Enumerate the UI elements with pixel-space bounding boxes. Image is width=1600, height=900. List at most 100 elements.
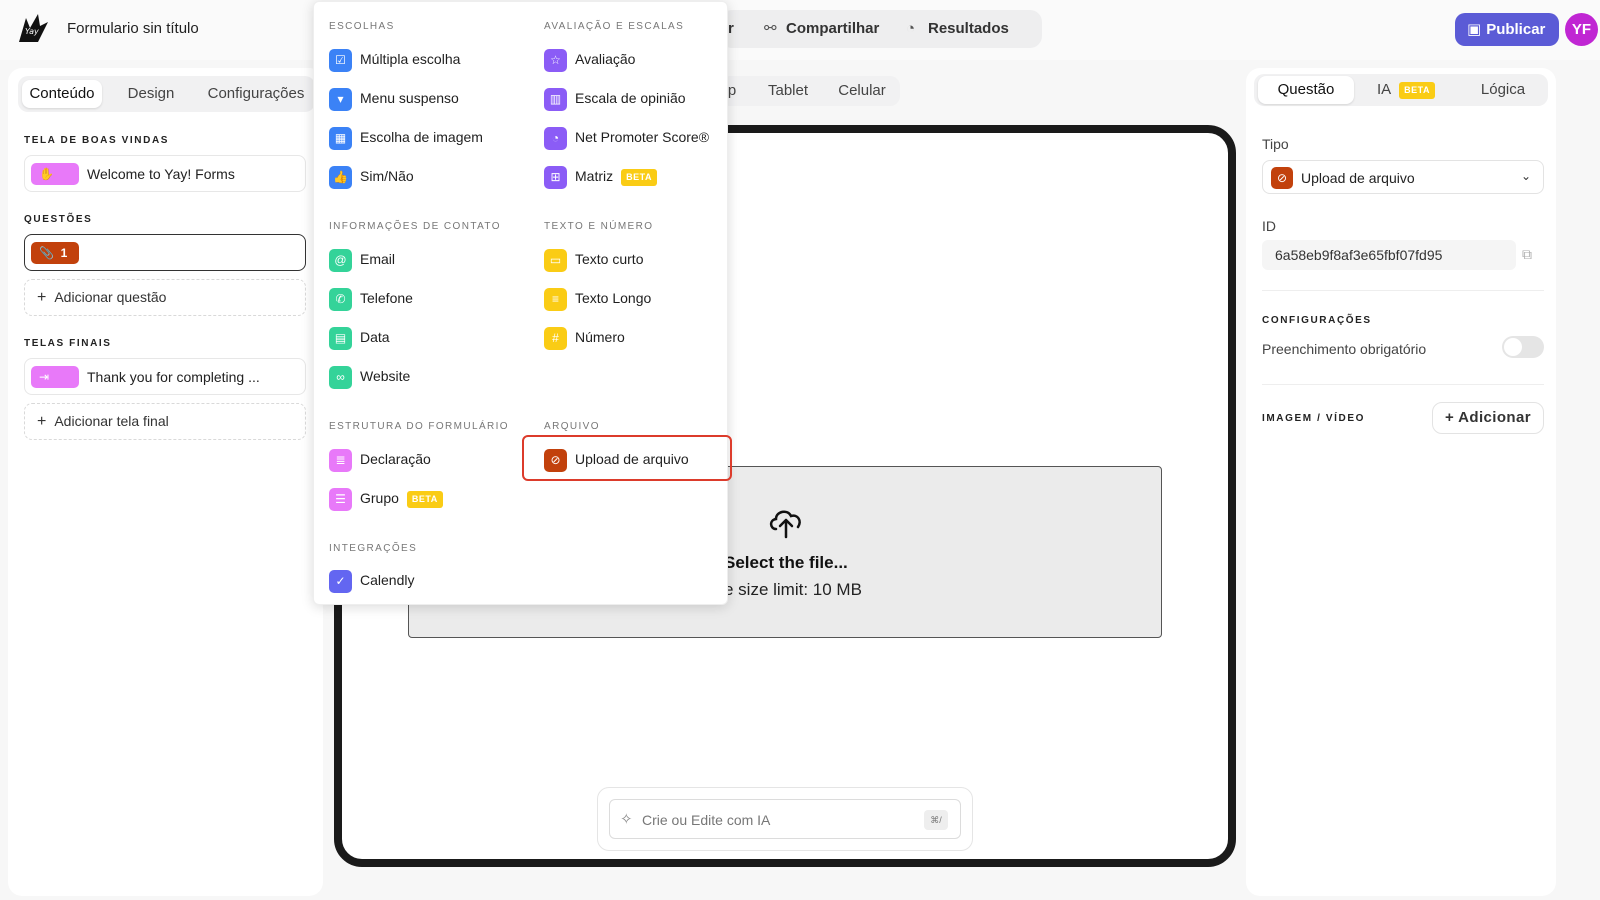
yay-logo-icon[interactable]: Yay [16,12,50,46]
final-screens-label: TELAS FINAIS [24,338,112,349]
add-final-screen-button[interactable]: + Adicionar tela final [24,403,306,440]
menu-item-opinion-scale[interactable]: ▥ Escala de opinião [544,85,686,111]
menu-item-phone[interactable]: ✆ Telefone [329,285,413,311]
add-media-button[interactable]: + Adicionar [1432,402,1544,434]
keyboard-shortcut: ⌘/ [924,810,948,830]
menu-item-email[interactable]: @ Email [329,246,395,272]
plus-icon: + [37,413,47,430]
publish-button[interactable]: ▣ Publicar [1455,13,1559,46]
toggle-knob [1504,338,1522,356]
section-integrations: INTEGRAÇÕES [329,543,418,554]
at-sign-icon: @ [329,248,352,272]
copy-icon[interactable]: ⧉ [1522,246,1532,263]
tab-content[interactable]: Conteúdo [22,80,102,108]
gauge-icon: ◔ [544,126,567,150]
required-toggle[interactable] [1502,336,1544,358]
sparkle-icon: ✧ [620,811,633,828]
welcome-section-label: TELA DE BOAS VINDAS [24,135,170,146]
grid-icon: ⊞ [544,165,567,189]
question-type-select[interactable]: ⊘ Upload de arquivo ⌄ [1262,160,1544,194]
calendar-icon: ▤ [329,326,352,350]
tab-tablet[interactable]: Tablet [760,77,816,105]
beta-badge: BETA [1399,81,1436,99]
menu-item-rating[interactable]: ☆ Avaliação [544,46,635,72]
menu-item-matrix[interactable]: ⊞ Matriz BETA [544,163,657,189]
tab-design[interactable]: Design [116,80,186,108]
top-navigation: r ⚯ Compartilhar ◔ Resultados [720,10,1042,48]
ai-prompt-input[interactable]: ✧ Crie ou Edite com IA ⌘/ [609,799,961,839]
menu-item-calendly[interactable]: ✓ Calendly [329,567,414,593]
tab-mobile[interactable]: Celular [830,77,894,105]
beta-badge: BETA [621,168,657,186]
section-file: ARQUIVO [544,421,600,432]
top-bar: Yay Formulario sin título r ⚯ Compartilha… [0,0,1600,60]
menu-item-long-text[interactable]: ≡ Texto Longo [544,285,651,311]
calendar-check-icon: ✓ [329,569,352,593]
align-center-icon: ≣ [329,448,352,472]
nav-share[interactable]: ⚯ Compartilhar [764,10,879,48]
short-text-icon: ▭ [544,248,567,272]
device-tabs: p Tablet Celular [720,76,900,106]
divider [1262,384,1544,385]
beta-badge: BETA [406,490,443,508]
plus-icon: + [37,289,47,306]
section-ratings: AVALIAÇÃO E ESCALAS [544,21,685,32]
hand-icon: ✋ [31,163,79,185]
menu-item-image-choice[interactable]: ▦ Escolha de imagem [329,124,483,150]
menu-item-website[interactable]: ∞ Website [329,363,410,389]
left-tabs: Conteúdo Design Configurações [18,76,315,112]
menu-item-number[interactable]: # Número [544,324,625,350]
section-text-number: TEXTO E NÚMERO [544,221,654,232]
final-screen-title: Thank you for completing ... [87,369,260,385]
list-icon: ☰ [329,487,352,511]
share-icon: ⚯ [764,20,777,37]
nav-item-partial[interactable]: r [728,10,734,48]
chart-pie-icon: ◔ [906,20,916,37]
menu-item-multiple-choice[interactable]: ☑ Múltipla escolha [329,46,460,72]
settings-section-label: CONFIGURAÇÕES [1262,315,1372,326]
question-card[interactable]: 📎 1 [24,234,306,271]
menu-item-yes-no[interactable]: 👍 Sim/Não [329,163,414,189]
type-label: Tipo [1262,136,1289,152]
question-type-menu: ESCOLHAS AVALIAÇÃO E ESCALAS ☑ Múltipla e… [313,1,728,605]
menu-item-short-text[interactable]: ▭ Texto curto [544,246,643,272]
paperclip-icon: ⊘ [1271,167,1293,189]
upload-size-limit: e size limit: 10 MB [724,580,862,599]
section-contact: INFORMAÇÕES DE CONTATO [329,221,501,232]
thumbs-up-icon: 👍 [329,165,352,189]
question-id-field[interactable]: 6a58eb9f8af3e65fbf07fd95 [1262,240,1516,270]
question-tag: 📎 1 [31,242,79,264]
add-question-button[interactable]: + Adicionar questão [24,279,306,316]
nav-results[interactable]: ◔ Resultados [906,10,1009,48]
welcome-screen-card[interactable]: ✋ Welcome to Yay! Forms [24,155,306,192]
questions-section-label: QUESTÕES [24,214,93,225]
tab-ai[interactable]: IA BETA [1366,76,1446,104]
menu-item-group[interactable]: ☰ Grupo BETA [329,485,443,511]
tab-logic[interactable]: Lógica [1466,76,1540,104]
form-title[interactable]: Formulario sin título [67,20,199,37]
tab-question[interactable]: Questão [1258,76,1354,104]
bar-chart-icon: ▥ [544,87,567,111]
save-icon: ▣ [1467,21,1482,38]
dropdown-icon: ▾ [329,87,352,111]
menu-item-nps[interactable]: ◔ Net Promoter Score® [544,124,709,150]
long-text-icon: ≡ [544,287,567,311]
media-section-label: IMAGEM / VÍDEO [1262,413,1365,424]
divider [1262,290,1544,291]
question-type-value: Upload de arquivo [1301,170,1415,186]
required-label: Preenchimento obrigatório [1262,341,1427,357]
selection-highlight [522,435,732,481]
menu-item-dropdown[interactable]: ▾ Menu suspenso [329,85,459,111]
image-icon: ▦ [329,126,352,150]
final-screen-card[interactable]: ⇥ Thank you for completing ... [24,358,306,395]
exit-icon: ⇥ [31,366,79,388]
right-tabs: Questão IA BETA Lógica [1254,74,1548,106]
menu-item-date[interactable]: ▤ Data [329,324,390,350]
section-choices: ESCOLHAS [329,21,395,32]
menu-item-statement[interactable]: ≣ Declaração [329,446,431,472]
phone-icon: ✆ [329,287,352,311]
avatar[interactable]: YF [1565,13,1598,46]
tab-settings[interactable]: Configurações [198,80,314,108]
upload-title: Select the file... [724,553,848,572]
hash-icon: # [544,326,567,350]
